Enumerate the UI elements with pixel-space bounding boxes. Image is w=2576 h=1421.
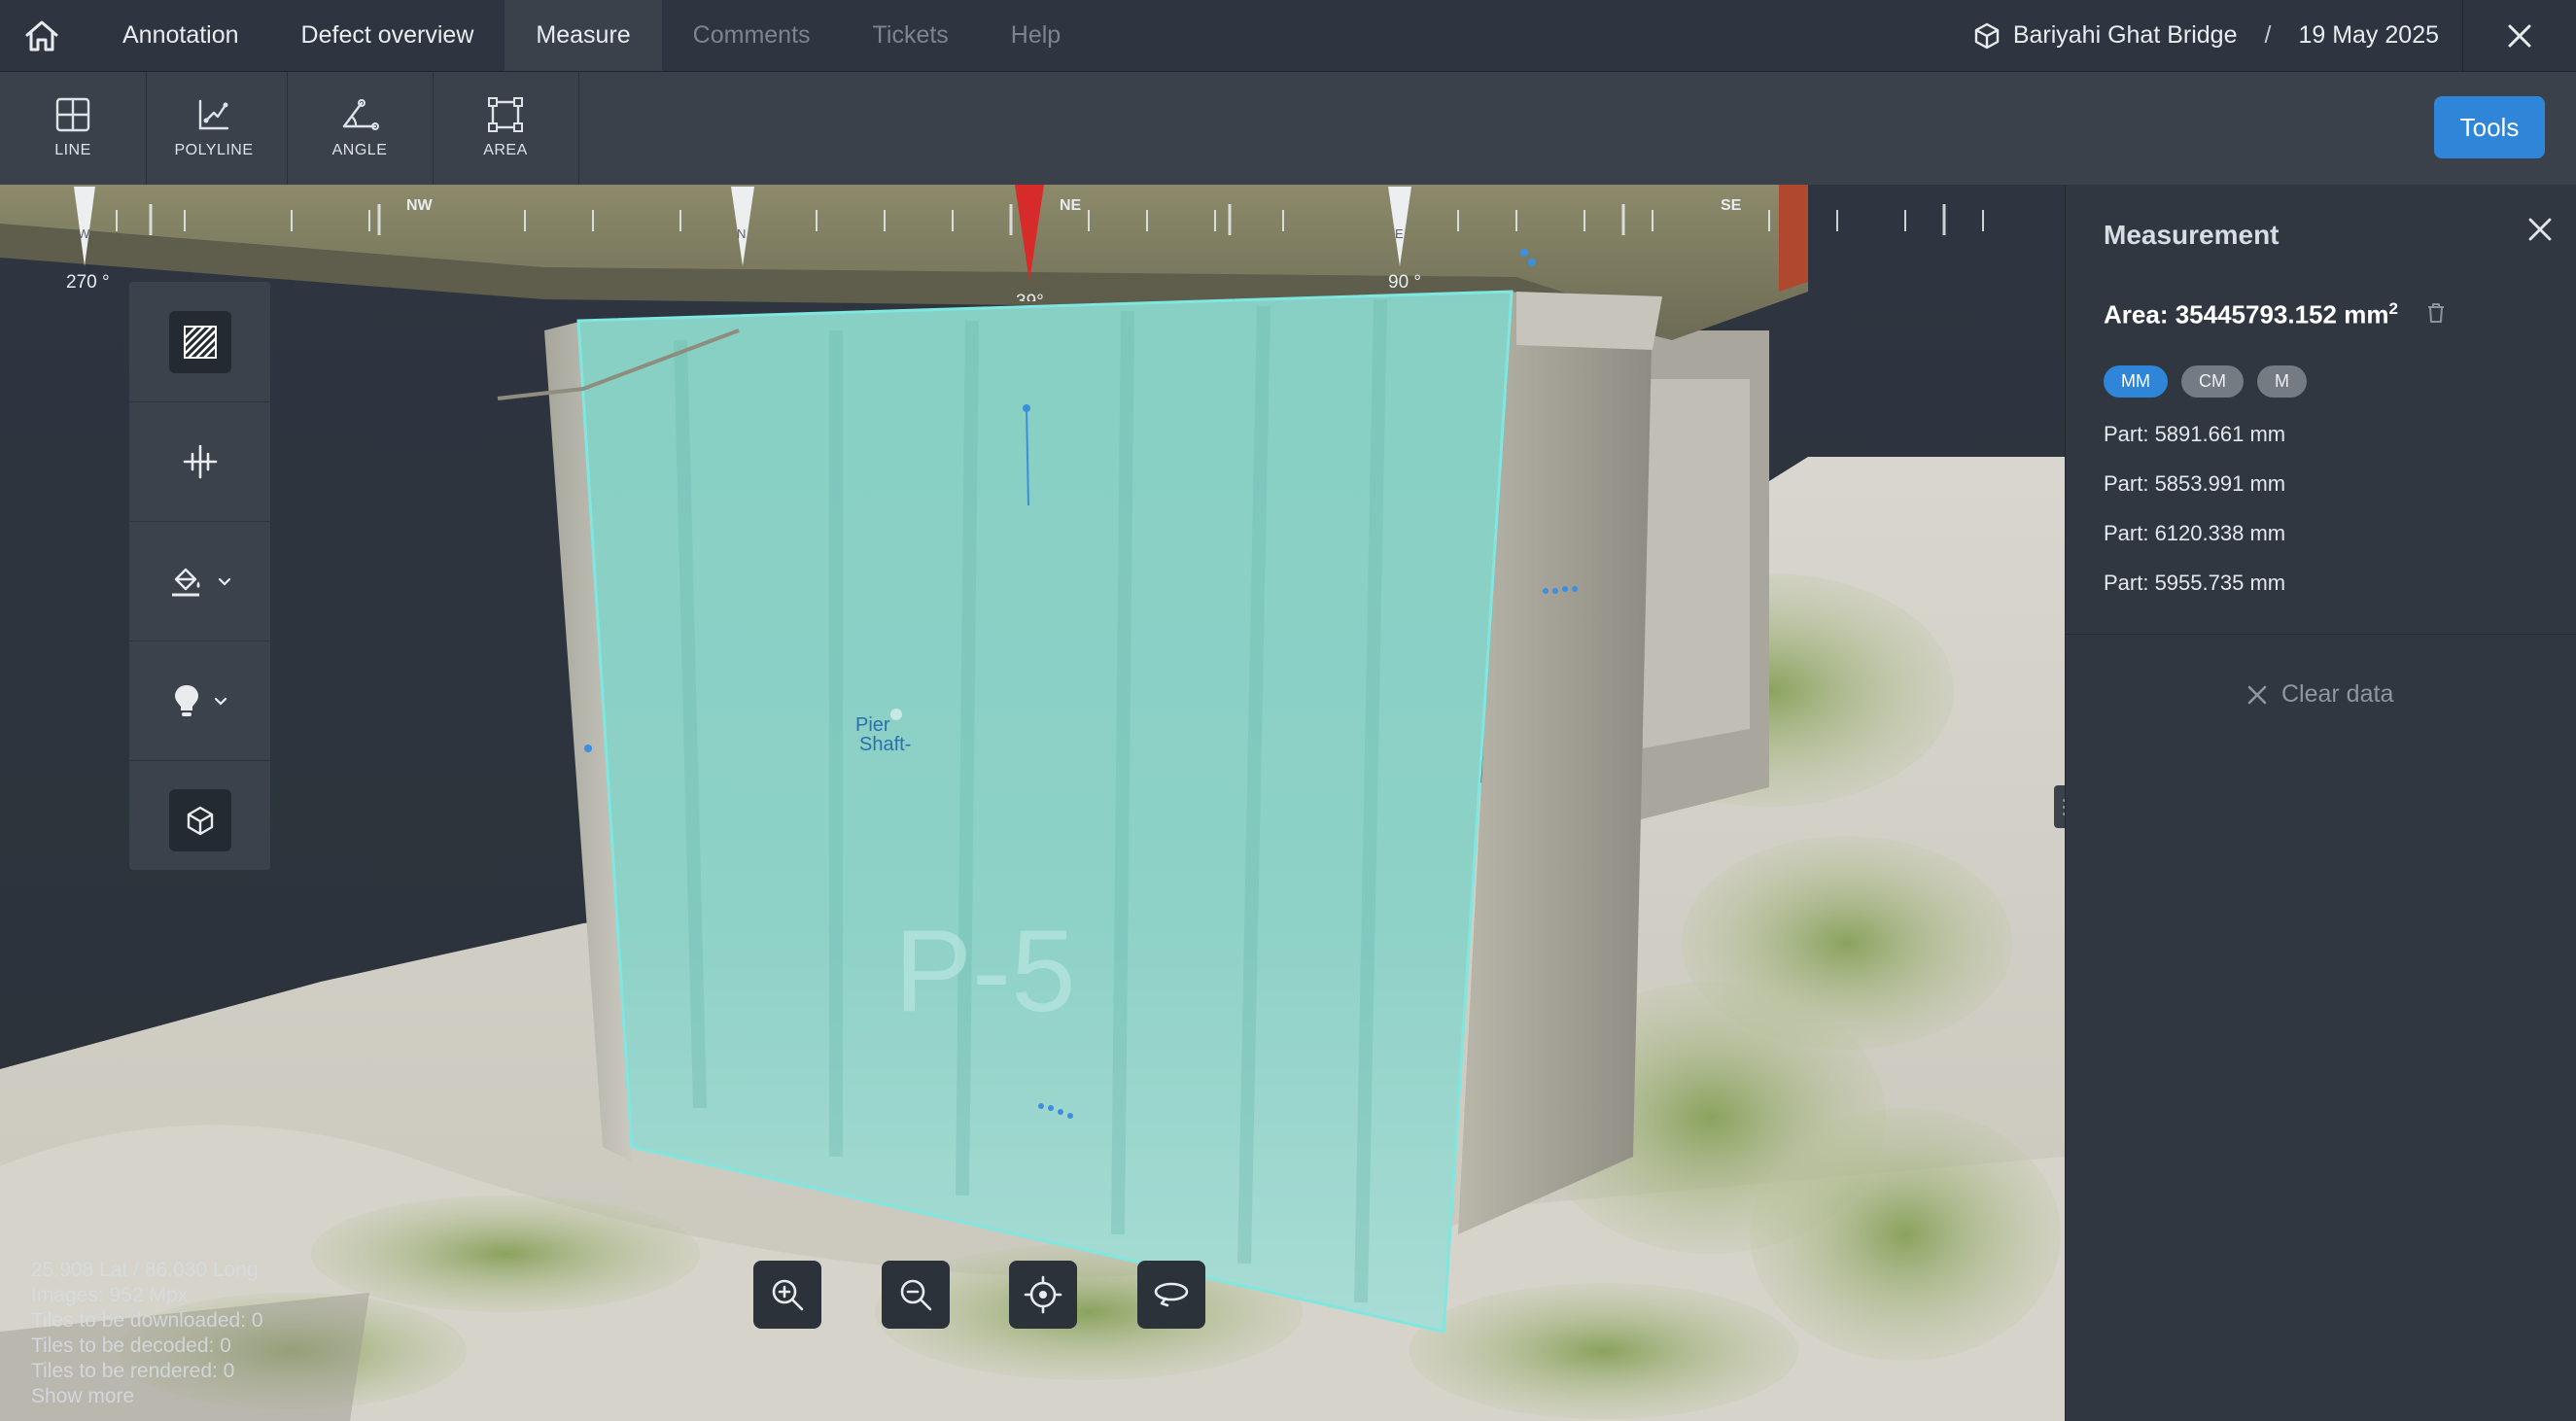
render-stats: 25.908 Lat / 86.030 Long Images: 952 Mpx…	[31, 1258, 263, 1409]
part-length-2: Part: 5853.991 mm	[2104, 471, 2286, 496]
compass-label-90: 90 °	[1388, 272, 1421, 293]
compass-west: W	[78, 226, 90, 241]
area-text: Area: 35445793.152 mm	[2104, 299, 2389, 329]
line-tool[interactable]: LINE	[0, 72, 147, 185]
project-breadcrumb[interactable]: Bariyahi Ghat Bridge / 19 May 2025	[1974, 21, 2462, 50]
measurement-panel: Measurement Area: 35445793.152 mm2 MM CM…	[2065, 185, 2576, 1421]
model-view-button[interactable]	[129, 760, 270, 880]
close-icon	[2508, 24, 2531, 47]
panel-divider	[2066, 634, 2576, 635]
lightbulb-icon	[174, 684, 198, 716]
fill-color-dropdown[interactable]	[129, 521, 270, 641]
close-panel-button[interactable]	[2526, 216, 2554, 248]
line-grid-icon	[55, 97, 90, 132]
stats-images: Images: 952 Mpx	[31, 1284, 189, 1306]
hatch-icon	[183, 325, 217, 359]
3d-viewport[interactable]: P-5 Pier Shaft- W N E 270 ° NW 39	[0, 185, 2065, 1421]
unit-selector: MM CM M	[2104, 365, 2307, 398]
part-length-3: Part: 6120.338 mm	[2104, 521, 2286, 545]
breadcrumb-separator: /	[2264, 21, 2272, 49]
trash-icon	[2428, 303, 2444, 323]
zoom-out-icon	[900, 1279, 932, 1311]
angle-tool-label: ANGLE	[331, 142, 388, 158]
stats-tiles-download: Tiles to be downloaded: 0	[31, 1309, 263, 1332]
texture-toggle-button[interactable]	[129, 282, 270, 402]
unit-cm-button[interactable]: CM	[2181, 365, 2244, 398]
lighting-dropdown[interactable]	[129, 641, 270, 761]
part-length-4: Part: 5955.735 mm	[2104, 571, 2286, 595]
tab-annotation[interactable]: Annotation	[84, 0, 270, 71]
panel-title: Measurement	[2104, 220, 2280, 250]
viewer-tool-panel	[129, 282, 270, 870]
cube-icon	[187, 806, 213, 835]
points-toggle-button[interactable]	[129, 401, 270, 522]
chevron-down-icon	[218, 577, 230, 586]
stats-tiles-decode: Tiles to be decoded: 0	[31, 1334, 231, 1357]
polyline-tool[interactable]: POLYLINE	[141, 72, 288, 185]
heading-indicator	[1015, 185, 1044, 282]
line-tool-label: LINE	[54, 142, 91, 158]
pier-label-line-2[interactable]: Shaft-	[859, 734, 911, 755]
tab-comments[interactable]: Comments	[662, 0, 842, 71]
target-icon	[1024, 1275, 1062, 1314]
unit-m-button[interactable]: M	[2257, 365, 2307, 398]
clear-data-button[interactable]: Clear data	[2246, 680, 2393, 709]
close-icon	[2528, 218, 2552, 241]
compass-label-ne: NE	[1060, 197, 1082, 214]
tab-measure[interactable]: Measure	[505, 0, 662, 71]
recenter-button[interactable]	[1009, 1261, 1077, 1329]
angle-tool[interactable]: ANGLE	[287, 72, 434, 185]
panel-resize-handle[interactable]	[2054, 785, 2065, 828]
compass-heading-readout: 39°	[1016, 292, 1044, 301]
polyline-tool-label: POLYLINE	[174, 142, 254, 158]
bridge-scene: P-5 Pier Shaft-	[0, 185, 2065, 1421]
compass-north: N	[737, 226, 746, 241]
tab-help[interactable]: Help	[980, 0, 1092, 71]
area-tool-label: AREA	[483, 142, 528, 158]
orbit-button[interactable]	[1137, 1261, 1205, 1329]
stats-coordinates: 25.908 Lat / 86.030 Long	[31, 1259, 259, 1281]
show-more-link[interactable]: Show more	[31, 1384, 263, 1409]
area-icon	[488, 97, 523, 132]
compass-ruler[interactable]: W N E 270 ° NW 39° NE 90 ° SE	[0, 185, 2065, 301]
top-navigation: Annotation Defect overview Measure Comme…	[0, 0, 2576, 72]
angle-icon	[342, 99, 379, 130]
area-value: Area: 35445793.152 mm2	[2104, 299, 2398, 330]
chevron-down-icon	[214, 697, 226, 706]
close-viewer-button[interactable]	[2462, 0, 2576, 71]
compass-label-nw: NW	[406, 197, 434, 214]
tab-tickets[interactable]: Tickets	[842, 0, 980, 71]
measure-toolbar: LINE POLYLINE ANGLE AREA Tools	[0, 72, 2576, 185]
tools-button[interactable]: Tools	[2434, 96, 2545, 158]
project-date: 19 May 2025	[2298, 21, 2439, 49]
compass-east: E	[1395, 226, 1404, 241]
compass-label-270: 270 °	[66, 272, 110, 293]
crosshair-grid-icon	[183, 444, 217, 478]
clear-data-label: Clear data	[2281, 680, 2394, 708]
close-icon	[2247, 685, 2267, 704]
zoom-in-button[interactable]	[753, 1261, 821, 1329]
paint-bucket-icon	[171, 568, 199, 596]
project-name: Bariyahi Ghat Bridge	[2012, 21, 2238, 49]
area-tool[interactable]: AREA	[433, 72, 579, 185]
home-icon	[25, 20, 58, 51]
home-button[interactable]	[0, 0, 84, 71]
part-length-1: Part: 5891.661 mm	[2104, 422, 2286, 446]
orbit-icon	[1154, 1282, 1189, 1307]
delete-measurement-button[interactable]	[2425, 301, 2447, 329]
stats-tiles-render: Tiles to be rendered: 0	[31, 1360, 235, 1382]
zoom-out-button[interactable]	[882, 1261, 950, 1329]
unit-mm-button[interactable]: MM	[2104, 365, 2168, 398]
zoom-in-icon	[772, 1279, 804, 1311]
compass-label-se: SE	[1721, 197, 1742, 214]
cube-icon	[1974, 22, 2000, 49]
pier-label-line-1[interactable]: Pier	[855, 714, 890, 736]
polyline-icon	[198, 99, 229, 130]
nav-right: Bariyahi Ghat Bridge / 19 May 2025	[1974, 0, 2576, 71]
painted-label: P-5	[894, 906, 1076, 1036]
tab-defect-overview[interactable]: Defect overview	[270, 0, 505, 71]
area-unit-exponent: 2	[2388, 299, 2398, 318]
